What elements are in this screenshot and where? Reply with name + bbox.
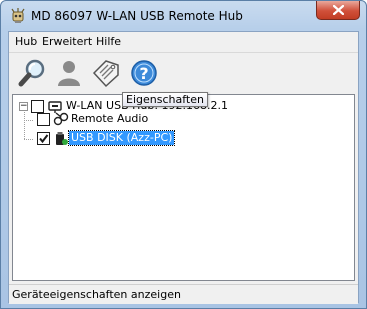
menu-hilfe[interactable]: Hilfe: [93, 35, 124, 48]
checkmark-icon: [39, 134, 49, 144]
device-tree[interactable]: − W-LAN USB Hub: 192.168.2.1 Remote Audi…: [12, 94, 355, 281]
search-button[interactable]: [15, 56, 49, 90]
magnifier-search-icon: [18, 59, 45, 87]
close-icon: [332, 5, 344, 15]
help-button[interactable]: ?: [127, 56, 161, 90]
remote-audio-label[interactable]: Remote Audio: [71, 112, 148, 126]
menu-hub[interactable]: Hub: [12, 35, 40, 48]
status-text: Geräteeigenschaften anzeigen: [12, 288, 181, 301]
client-area: Hub Erweitert Hilfe ? Eigenschaften − W-…: [8, 31, 359, 304]
toolbar: ?: [9, 52, 358, 93]
user-icon: [58, 61, 80, 86]
tree-connector: [24, 139, 33, 140]
svg-text:?: ?: [139, 64, 148, 83]
close-button[interactable]: [316, 1, 360, 20]
hub-checkbox[interactable]: [31, 100, 44, 113]
collapse-toggle[interactable]: −: [19, 102, 28, 111]
window-title: MD 86097 W-LAN USB Remote Hub: [31, 9, 243, 23]
user-button[interactable]: [52, 56, 86, 90]
menu-bar: Hub Erweitert Hilfe: [9, 32, 358, 52]
menu-erweitert[interactable]: Erweitert: [39, 35, 95, 48]
remote-audio-checkbox[interactable]: [37, 113, 50, 126]
usb-disk-icon: [56, 132, 68, 145]
status-bar: Geräteeigenschaften anzeigen: [9, 284, 358, 304]
tree-connector: [24, 107, 25, 139]
app-window: MD 86097 W-LAN USB Remote Hub Hub Erweit…: [0, 0, 367, 309]
properties-tag-icon: [92, 60, 119, 88]
help-icon: ?: [131, 60, 157, 86]
usb-disk-checkbox[interactable]: [37, 132, 50, 145]
tooltip-eigenschaften: Eigenschaften: [122, 92, 208, 107]
audio-device-icon: [53, 112, 69, 126]
properties-button[interactable]: [89, 56, 123, 90]
title-bar[interactable]: MD 86097 W-LAN USB Remote Hub: [1, 1, 366, 31]
hub-app-icon: [11, 8, 25, 23]
tree-connector: [24, 120, 33, 121]
usb-disk-label[interactable]: USB DISK (Azz-PC): [67, 130, 176, 146]
